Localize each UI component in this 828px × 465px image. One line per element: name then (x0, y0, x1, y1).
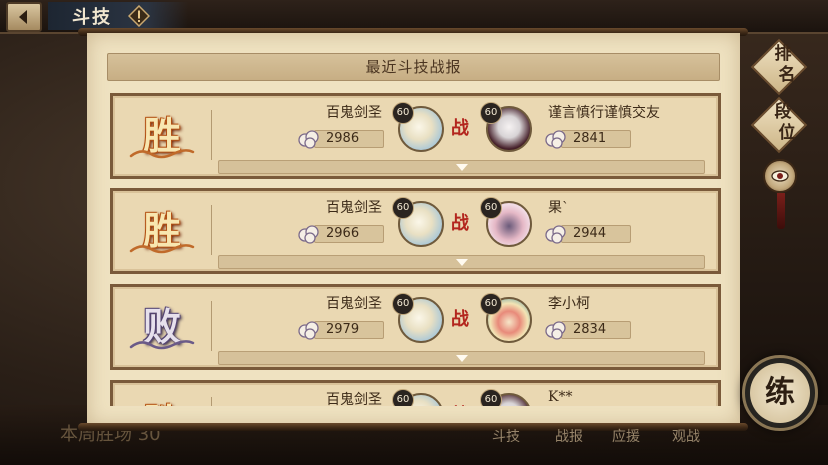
opponent-score: 2834 (543, 319, 631, 341)
opponent-score-value: 2841 (573, 131, 607, 146)
row-divider (211, 110, 212, 160)
score-cloud-icon (298, 130, 319, 149)
score-cloud-icon (545, 225, 566, 244)
side-button-char: 名 (778, 65, 796, 85)
player-level-badge: 60 (392, 293, 414, 315)
opponent-level-badge: 60 (480, 293, 502, 315)
battle-row[interactable]: 败 百鬼剑圣 2979 60 战 60 李小柯 2834 (110, 284, 721, 370)
eye-icon (771, 170, 789, 182)
opponent-score-value: 2834 (573, 322, 607, 337)
train-button[interactable]: 练 (742, 355, 818, 431)
bottom-tab[interactable]: 斗技 (492, 426, 520, 446)
side-button-char: 排 (774, 44, 792, 64)
player-score-value: 2966 (326, 226, 360, 241)
opponent-level-badge: 60 (480, 389, 502, 406)
expand-details-button[interactable] (218, 160, 705, 174)
bottom-tab[interactable]: 战报 (555, 426, 583, 446)
player-name: 百鬼剑圣 (326, 200, 382, 216)
cloud-swirl-icon (129, 149, 195, 159)
panel-title: 最近斗技战报 (365, 58, 462, 76)
opponent-name: K** (548, 389, 573, 405)
result-text: 胜 (123, 397, 201, 406)
exclamation-icon[interactable] (128, 5, 150, 27)
opponent-level-badge: 60 (480, 197, 502, 219)
side-button-char: 位 (778, 123, 796, 143)
row-divider (211, 301, 212, 351)
player-level-badge: 60 (392, 389, 414, 406)
chevron-down-icon (456, 259, 468, 266)
player-name: 百鬼剑圣 (326, 105, 382, 121)
bottom-tabs: 斗技 战报 应援 观战 (480, 426, 740, 456)
player-score: 2979 (296, 319, 384, 341)
vs-label: 战 (451, 309, 469, 330)
score-cloud-icon (545, 321, 566, 340)
player-name: 百鬼剑圣 (326, 296, 382, 312)
score-cloud-icon (298, 225, 319, 244)
row-divider (211, 397, 212, 406)
result-badge: 胜 (123, 205, 201, 259)
title-banner (48, 2, 188, 30)
tier-button[interactable]: 段位 (750, 96, 808, 154)
score-cloud-icon (298, 321, 319, 340)
tassel-ornament (777, 193, 785, 229)
battle-row[interactable]: 胜 百鬼剑圣 60 战 60 K** (110, 380, 721, 406)
player-score-value: 2979 (326, 322, 360, 337)
score-cloud-icon (545, 130, 566, 149)
train-button-label: 练 (765, 375, 795, 410)
opponent-level-badge: 60 (480, 102, 502, 124)
battle-row[interactable]: 胜 百鬼剑圣 2986 60 战 60 谨言慎行谨慎交友 2841 (110, 93, 721, 179)
chevron-down-icon (456, 164, 468, 171)
vs-label: 战 (451, 118, 469, 139)
bottom-tab[interactable]: 应援 (612, 426, 640, 446)
opponent-score: 2944 (543, 223, 631, 245)
player-name: 百鬼剑圣 (326, 392, 382, 406)
opponent-name: 果` (548, 200, 569, 216)
view-eye-button[interactable] (763, 159, 797, 193)
cloud-swirl-icon (129, 244, 195, 254)
side-button-char: 段 (774, 102, 792, 122)
rank-button[interactable]: 排名 (750, 38, 808, 96)
vs-label: 战 (451, 401, 469, 406)
bottom-tab[interactable]: 观战 (672, 426, 700, 446)
train-button-face: 练 (750, 363, 810, 423)
battle-list[interactable]: 胜 百鬼剑圣 2986 60 战 60 谨言慎行谨慎交友 2841 胜 百鬼剑圣… (87, 93, 740, 406)
result-badge: 胜 (123, 397, 201, 406)
expand-details-button[interactable] (218, 255, 705, 269)
opponent-name: 李小柯 (548, 296, 590, 312)
opponent-score: 2841 (543, 128, 631, 150)
opponent-name: 谨言慎行谨慎交友 (548, 105, 660, 121)
result-badge: 胜 (123, 110, 201, 164)
back-arrow-icon (19, 10, 27, 24)
chevron-down-icon (456, 355, 468, 362)
vs-label: 战 (451, 213, 469, 234)
battle-row[interactable]: 胜 百鬼剑圣 2966 60 战 60 果` 2944 (110, 188, 721, 274)
expand-details-button[interactable] (218, 351, 705, 365)
page-title: 斗技 (72, 7, 112, 28)
player-score: 2986 (296, 128, 384, 150)
player-level-badge: 60 (392, 197, 414, 219)
panel-header: 最近斗技战报 (107, 53, 720, 81)
player-score-value: 2986 (326, 131, 360, 146)
player-score: 2966 (296, 223, 384, 245)
player-level-badge: 60 (392, 102, 414, 124)
battle-report-panel: 最近斗技战报 胜 百鬼剑圣 2986 60 战 60 谨言慎行谨慎交友 2841… (87, 33, 740, 426)
cloud-swirl-icon (129, 340, 195, 350)
row-divider (211, 205, 212, 255)
opponent-score-value: 2944 (573, 226, 607, 241)
result-badge: 败 (123, 301, 201, 355)
back-button[interactable] (6, 2, 42, 32)
